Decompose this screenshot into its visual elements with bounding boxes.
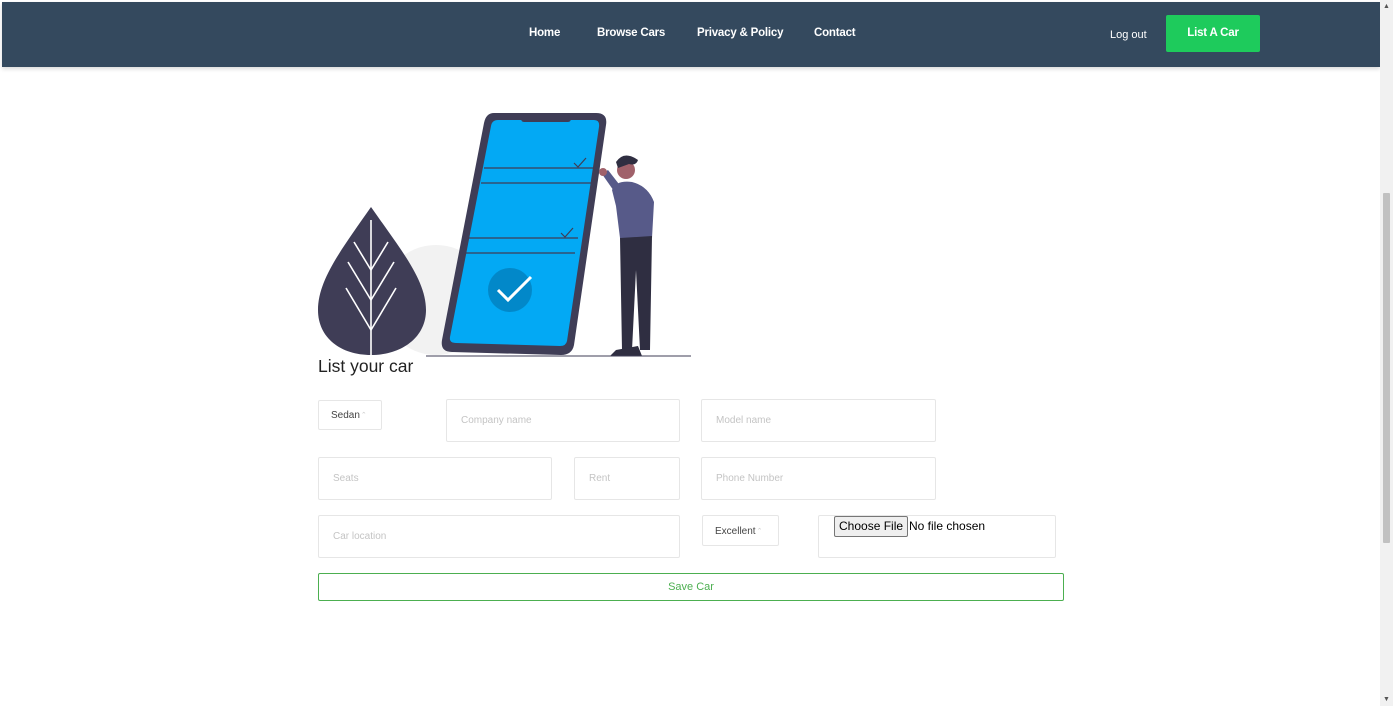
smartphone-icon [441, 113, 607, 355]
nav-home-link[interactable]: Home [529, 27, 560, 39]
scroll-up-arrow-icon[interactable]: ▲ [1382, 2, 1391, 11]
model-name-input[interactable] [701, 399, 936, 442]
car-location-input[interactable] [318, 515, 680, 558]
company-name-input[interactable] [446, 399, 680, 442]
save-car-button[interactable]: Save Car [318, 573, 1064, 601]
car-image-file-field: Choose File No file chosen [818, 515, 1056, 558]
file-status-text: No file chosen [909, 519, 986, 533]
page-title: List your car [318, 356, 414, 376]
leaf-plant-icon [318, 207, 426, 355]
rent-input[interactable] [574, 457, 680, 500]
page-scrollbar[interactable]: ▲ ▼ [1380, 0, 1393, 706]
check-circle-icon [488, 268, 532, 312]
person-figure-icon [599, 155, 654, 356]
condition-select[interactable]: Excellent⌃ [702, 515, 779, 546]
scroll-thumb[interactable] [1383, 193, 1390, 543]
logout-link[interactable]: Log out [1110, 29, 1147, 41]
top-navbar: Home Browse Cars Privacy & Policy Contac… [2, 2, 1380, 67]
phone-number-input[interactable] [701, 457, 936, 500]
car-type-value: Sedan [331, 410, 360, 421]
seats-input[interactable] [318, 457, 552, 500]
list-a-car-button[interactable]: List A Car [1166, 15, 1260, 52]
select-caret-icon: ⌃ [360, 412, 367, 419]
condition-value: Excellent [715, 526, 756, 537]
choose-file-button[interactable]: Choose File [834, 516, 909, 537]
nav-browse-cars-link[interactable]: Browse Cars [597, 27, 665, 39]
scroll-down-arrow-icon[interactable]: ▼ [1382, 695, 1391, 704]
nav-privacy-policy-link[interactable]: Privacy & Policy [697, 27, 783, 39]
select-caret-icon: ⌃ [756, 528, 763, 535]
car-type-select[interactable]: Sedan⌃ [318, 400, 382, 430]
nav-contact-link[interactable]: Contact [814, 27, 856, 39]
hero-illustration [318, 113, 691, 357]
